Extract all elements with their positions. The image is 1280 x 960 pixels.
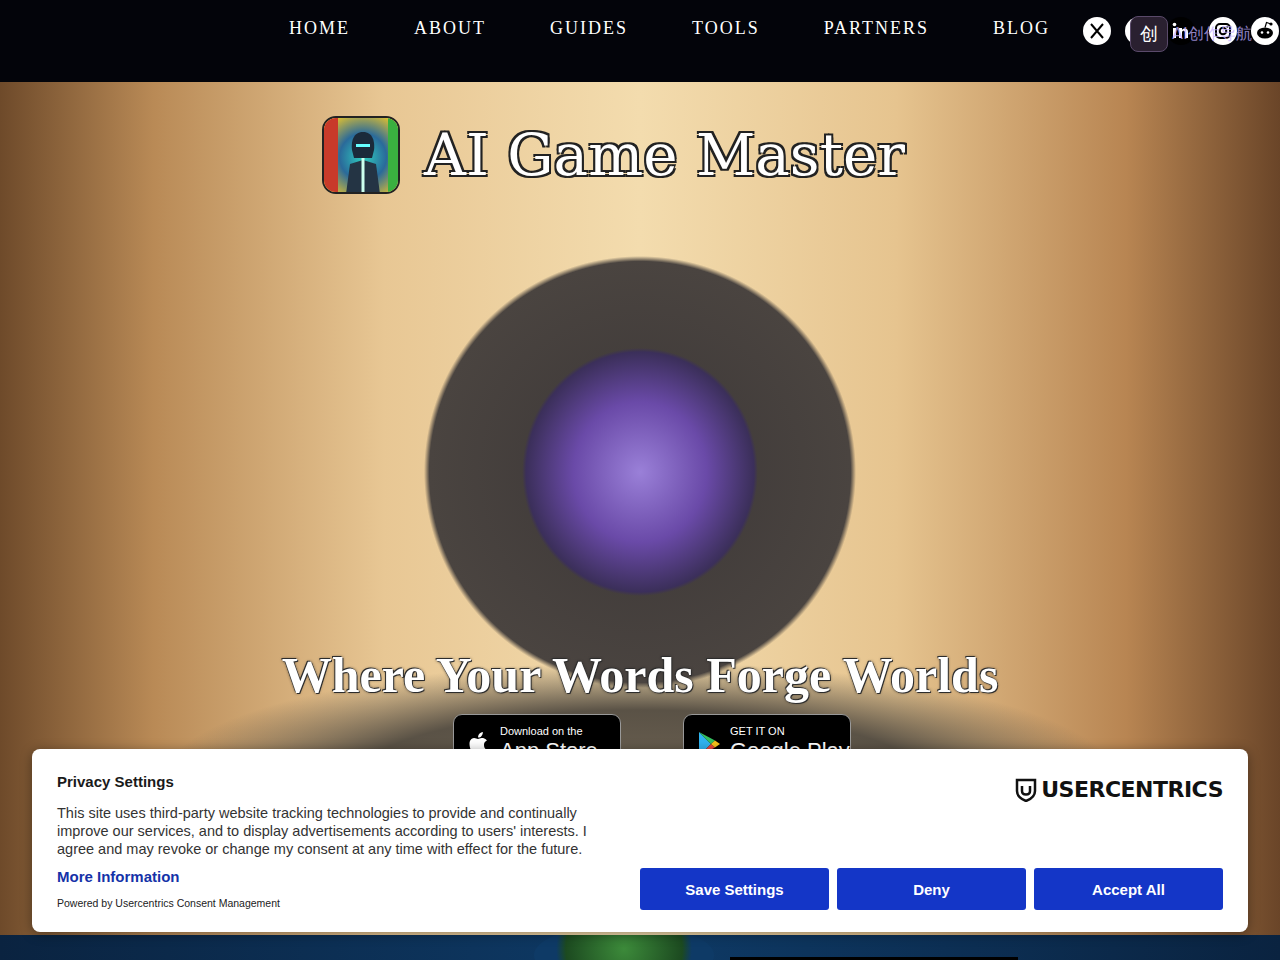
consent-text: Privacy Settings This site uses third-par… [57, 773, 615, 910]
consent-button[interactable]: Save Settings [640, 868, 829, 910]
social-link[interactable] [1250, 16, 1280, 46]
tagline: Where Your Words Forge Worlds [0, 646, 1280, 704]
consent-actions: USERCENTRICS Save SettingsDenyAccept All [639, 773, 1223, 910]
app-logo [322, 116, 400, 194]
consent-title: Privacy Settings [57, 773, 615, 791]
next-section [0, 935, 1280, 960]
nav-menu: HOME ABOUT GUIDES TOOLS PARTNERS BLOG [289, 16, 1050, 40]
nav-item[interactable]: BLOG [993, 16, 1050, 40]
store-small-text: GET IT ON [730, 725, 850, 738]
store-small-text: Download on the [500, 725, 598, 738]
nav-item[interactable]: ABOUT [414, 16, 486, 40]
knight-logo-icon [324, 118, 400, 194]
watermark-text: AI创作导航 [1172, 24, 1252, 45]
nav-item[interactable]: GUIDES [550, 16, 628, 40]
brand-name: USERCENTRICS [1041, 777, 1223, 803]
nav-item[interactable]: HOME [289, 16, 350, 40]
watermark-overlay[interactable]: 创AI创作导航 [1130, 16, 1252, 52]
x-icon[interactable] [1082, 16, 1112, 46]
consent-buttons: Save SettingsDenyAccept All [640, 868, 1223, 910]
social-link[interactable] [1082, 16, 1112, 46]
top-nav: HOME ABOUT GUIDES TOOLS PARTNERS BLOG 创AI创作导航 [0, 0, 1280, 82]
nav-item[interactable]: PARTNERS [824, 16, 929, 40]
brand-header: AI Game Master [322, 116, 1280, 194]
watermark-badge[interactable]: 创 [1130, 16, 1168, 52]
usercentrics-logo: USERCENTRICS [1015, 777, 1223, 803]
consent-banner: Privacy Settings This site uses third-par… [32, 749, 1248, 932]
dark-bar [730, 957, 1018, 960]
consent-button[interactable]: Accept All [1034, 868, 1223, 910]
powered-by: Powered by Usercentrics Consent Manageme… [57, 896, 615, 910]
shield-icon [1015, 778, 1037, 802]
consent-button[interactable]: Deny [837, 868, 1026, 910]
more-information-link[interactable]: More Information [57, 868, 615, 886]
nav-item[interactable]: TOOLS [692, 16, 760, 40]
consent-body: This site uses third-party website track… [57, 804, 615, 858]
app-title: AI Game Master [424, 120, 905, 190]
reddit-icon[interactable] [1250, 16, 1280, 46]
knight-emblem [534, 935, 714, 960]
